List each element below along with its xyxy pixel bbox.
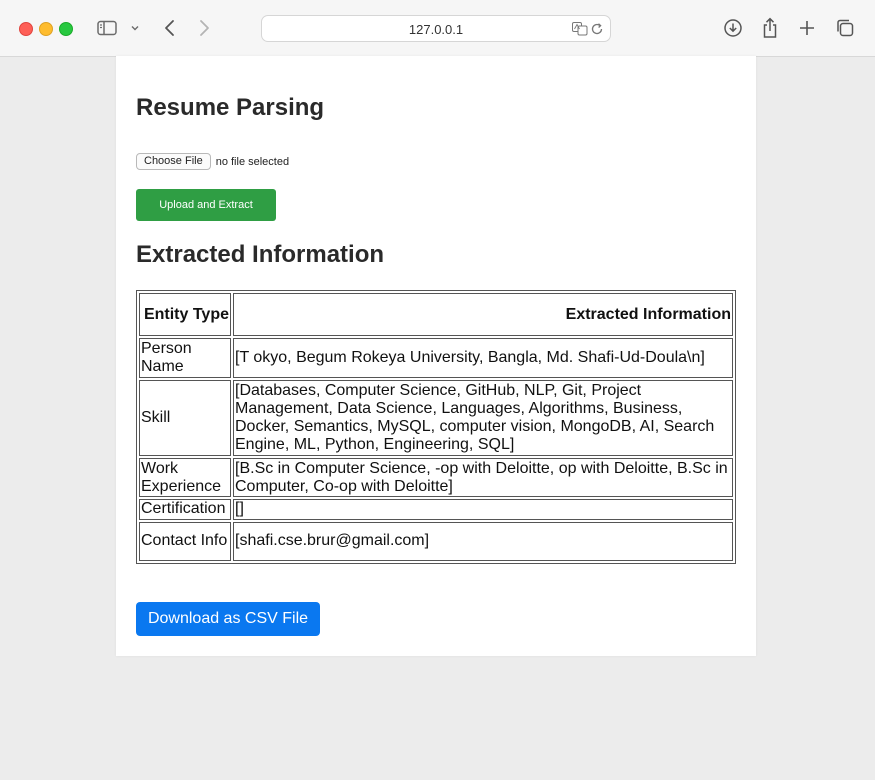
header-extracted-info: Extracted Information xyxy=(233,293,733,337)
browser-toolbar: 127.0.0.1 xyxy=(0,0,875,57)
entity-type-cell: Contact Info xyxy=(139,521,231,561)
entity-value-cell: [shafi.cse.brur@gmail.com] xyxy=(233,521,733,561)
download-icon[interactable] xyxy=(722,16,744,40)
forward-icon[interactable] xyxy=(194,16,214,40)
close-window-button[interactable] xyxy=(19,22,33,36)
header-entity-type: Entity Type xyxy=(139,293,231,337)
file-input[interactable]: Choose File no file selected xyxy=(136,153,289,170)
back-icon[interactable] xyxy=(160,16,180,40)
table-row: Certification [] xyxy=(139,499,733,520)
entity-type-cell: Person Name xyxy=(139,338,231,378)
entity-type-cell: Skill xyxy=(139,379,231,456)
tab-overview-icon[interactable] xyxy=(834,16,856,40)
table-row: Person Name [T okyo, Begum Rokeya Univer… xyxy=(139,338,733,378)
page-title: Resume Parsing xyxy=(136,94,325,121)
zoom-window-button[interactable] xyxy=(59,22,73,36)
translate-icon[interactable] xyxy=(572,22,588,41)
table-row: Contact Info [shafi.cse.brur@gmail.com] xyxy=(139,521,733,561)
entity-value-cell: [Databases, Computer Science, GitHub, NL… xyxy=(233,379,733,456)
new-tab-icon[interactable] xyxy=(797,16,817,40)
upload-button[interactable]: Upload and Extract xyxy=(136,189,276,221)
table-row: Skill [Databases, Computer Science, GitH… xyxy=(139,379,733,456)
entity-value-cell: [] xyxy=(233,499,733,520)
section-title: Extracted Information xyxy=(136,241,385,268)
sidebar-icon[interactable] xyxy=(96,16,118,40)
address-bar[interactable]: 127.0.0.1 xyxy=(261,15,611,42)
extracted-info-table: Entity Type Extracted Information Person… xyxy=(136,290,736,564)
reload-icon[interactable] xyxy=(590,22,604,41)
url-text: 127.0.0.1 xyxy=(408,22,464,37)
entity-value-cell: [T okyo, Begum Rokeya University, Bangla… xyxy=(233,338,733,378)
chevron-down-icon[interactable] xyxy=(129,16,141,40)
content-card: Resume Parsing Choose File no file selec… xyxy=(116,56,756,656)
download-csv-button[interactable]: Download as CSV File xyxy=(136,602,320,636)
minimize-window-button[interactable] xyxy=(39,22,53,36)
entity-type-cell: Certification xyxy=(139,499,231,520)
entity-value-cell: [B.Sc in Computer Science, -op with Delo… xyxy=(233,457,733,498)
choose-file-button[interactable]: Choose File xyxy=(136,153,211,170)
table-row: Work Experience [B.Sc in Computer Scienc… xyxy=(139,457,733,498)
entity-type-cell: Work Experience xyxy=(139,457,231,498)
share-icon[interactable] xyxy=(760,16,780,40)
table-header-row: Entity Type Extracted Information xyxy=(139,293,733,337)
file-status: no file selected xyxy=(215,155,290,168)
